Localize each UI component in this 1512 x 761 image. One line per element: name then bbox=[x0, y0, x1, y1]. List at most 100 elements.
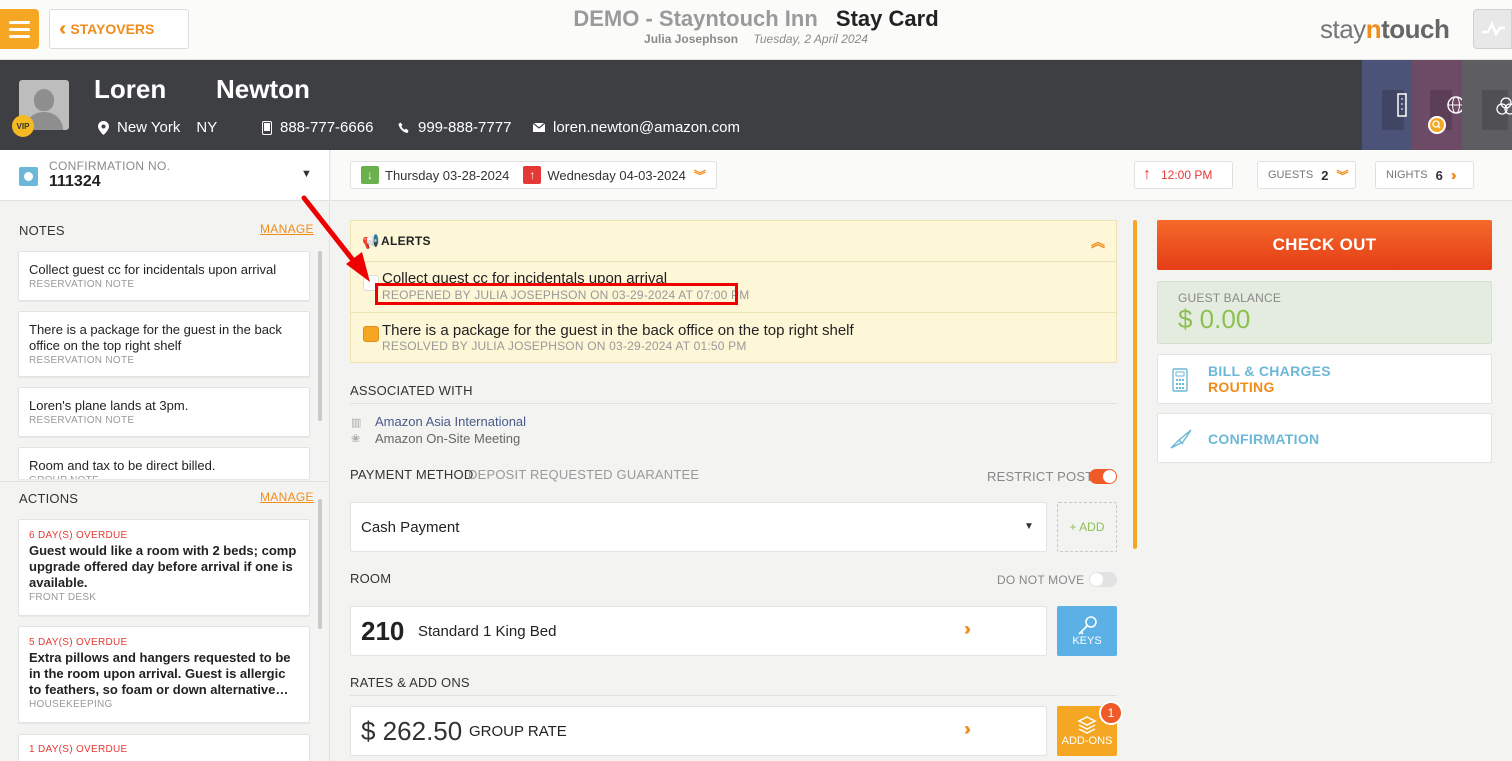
action-department: FRONT DESK bbox=[29, 592, 97, 603]
location-pin-icon bbox=[98, 120, 109, 135]
action-item[interactable]: 5 DAY(S) OVERDUE Extra pillows and hange… bbox=[18, 626, 310, 723]
group-tile[interactable] bbox=[1462, 60, 1512, 150]
note-item[interactable]: Loren's plane lands at 3pm. RESERVATION … bbox=[18, 387, 310, 437]
group-icon: ❀ bbox=[351, 433, 361, 445]
bill-charges-routing-button[interactable]: BILL & CHARGES ROUTING bbox=[1157, 354, 1492, 404]
note-item[interactable]: Collect guest cc for incidentals upon ar… bbox=[18, 251, 310, 301]
rates-title: RATES & ADD ONS bbox=[350, 675, 470, 690]
collapse-chevron-icon[interactable]: ︽ bbox=[1091, 232, 1105, 252]
reservation-status-icon bbox=[19, 167, 38, 186]
actions-manage-link[interactable]: MANAGE bbox=[260, 490, 314, 504]
key-icon bbox=[1078, 616, 1097, 635]
routing-label: ROUTING bbox=[1208, 379, 1275, 395]
check-out-button[interactable]: CHECK OUT bbox=[1157, 220, 1492, 270]
payment-title: PAYMENT METHOD bbox=[350, 467, 474, 482]
payment-method-select[interactable]: Cash Payment ▼ bbox=[350, 502, 1047, 552]
room-selector[interactable]: 210 Standard 1 King Bed ›› bbox=[350, 606, 1047, 656]
guest-phone-value: 888-777-6666 bbox=[280, 119, 374, 136]
guest-balance[interactable]: GUEST BALANCE $ 0.00 bbox=[1157, 281, 1492, 344]
action-due: 6 DAY(S) OVERDUE bbox=[29, 530, 128, 541]
guest-state: NY bbox=[196, 119, 218, 136]
group-link[interactable]: Amazon On-Site Meeting bbox=[375, 431, 520, 446]
note-type: RESERVATION NOTE bbox=[29, 355, 135, 366]
room-title: ROOM bbox=[350, 571, 392, 586]
guests-count[interactable]: GUESTS 2 ︾ bbox=[1257, 161, 1356, 189]
room-number: 210 bbox=[361, 616, 405, 646]
departure-time[interactable]: ↑ 12:00 PM bbox=[1134, 161, 1233, 189]
guest-tiles bbox=[1362, 60, 1512, 150]
add-payment-button[interactable]: + ADD bbox=[1057, 502, 1117, 552]
departure-arrow-icon: ↑ bbox=[523, 166, 542, 184]
nights-count[interactable]: NIGHTS 6 ›› bbox=[1375, 161, 1474, 189]
double-chevron-down-icon: ︾ bbox=[693, 168, 706, 183]
confirmation-number: 111324 bbox=[49, 173, 101, 190]
note-type: RESERVATION NOTE bbox=[29, 279, 135, 290]
alerts-title: ALERTS bbox=[381, 234, 431, 248]
activity-icon bbox=[1482, 20, 1505, 37]
double-chevron-right-icon: ›› bbox=[964, 619, 971, 639]
keys-button[interactable]: KEYS bbox=[1057, 606, 1117, 656]
hotel-name: DEMO - Stayntouch Inn bbox=[573, 6, 818, 31]
keys-label: KEYS bbox=[1072, 635, 1102, 647]
action-item[interactable]: 1 DAY(S) OVERDUE bbox=[18, 734, 310, 761]
activity-button[interactable] bbox=[1473, 9, 1512, 49]
alert-item: There is a package for the guest in the … bbox=[351, 312, 1116, 363]
departure-date: Wednesday 04-03-2024 bbox=[547, 167, 686, 183]
double-chevron-down-icon: ︾ bbox=[1336, 168, 1349, 183]
guest-location[interactable]: New York NY bbox=[98, 119, 217, 136]
company-link[interactable]: Amazon Asia International bbox=[375, 414, 526, 429]
balance-label: GUEST BALANCE bbox=[1178, 291, 1282, 305]
guests-value: 2 bbox=[1321, 167, 1329, 183]
note-item[interactable]: There is a package for the guest in the … bbox=[18, 311, 310, 377]
guest-city: New York bbox=[117, 119, 181, 136]
action-text: Extra pillows and hangers requested to b… bbox=[29, 650, 291, 697]
stay-dates-bar: ↓ Thursday 03-28-2024 ↑ Wednesday 04-03-… bbox=[331, 150, 1512, 201]
caret-down-icon[interactable]: ▼ bbox=[301, 168, 312, 180]
arrival-arrow-icon: ↓ bbox=[361, 166, 379, 184]
restrict-post-toggle[interactable] bbox=[1089, 469, 1117, 484]
guest-phone[interactable]: 888-777-6666 bbox=[262, 119, 373, 136]
action-item[interactable]: 6 DAY(S) OVERDUE Guest would like a room… bbox=[18, 519, 310, 616]
travel-agent-tile[interactable] bbox=[1412, 60, 1465, 150]
guest-first-name[interactable]: Loren bbox=[94, 74, 166, 105]
alert-text: There is a package for the guest in the … bbox=[382, 322, 854, 339]
actions-scrollbar[interactable] bbox=[318, 499, 322, 629]
alert-checkbox[interactable] bbox=[363, 326, 379, 342]
do-not-move-toggle[interactable] bbox=[1089, 572, 1117, 587]
current-user: Julia Josephson bbox=[644, 32, 739, 46]
guest-last-name[interactable]: Newton bbox=[216, 74, 310, 105]
restrict-post-label: RESTRICT POST bbox=[987, 469, 1094, 484]
rate-selector[interactable]: $ 262.50 GROUP RATE ›› bbox=[350, 706, 1047, 756]
addons-label: ADD-ONS bbox=[1061, 735, 1113, 747]
rate-amount: $ 262.50 bbox=[361, 716, 463, 746]
payment-subtitle: DEPOSIT REQUESTED GUARANTEE bbox=[468, 467, 700, 482]
guest-mobile[interactable]: 999-888-7777 bbox=[398, 119, 511, 136]
action-department: HOUSEKEEPING bbox=[29, 699, 113, 710]
confirmation-bar[interactable]: CONFIRMATION NO. 111324 ▼ bbox=[0, 150, 330, 201]
guest-email-value: loren.newton@amazon.com bbox=[553, 119, 740, 136]
confirmation-label: CONFIRMATION bbox=[1208, 431, 1320, 447]
stay-dates[interactable]: ↓ Thursday 03-28-2024 ↑ Wednesday 04-03-… bbox=[350, 161, 717, 189]
confirmation-button[interactable]: CONFIRMATION bbox=[1157, 413, 1492, 463]
note-type: GROUP NOTE bbox=[29, 475, 299, 479]
center-scrollbar[interactable] bbox=[1133, 220, 1137, 549]
rate-name: GROUP RATE bbox=[469, 723, 567, 740]
logo-text-stay: stay bbox=[1320, 14, 1366, 44]
departure-time-value: 12:00 PM bbox=[1161, 168, 1213, 182]
nights-value: 6 bbox=[1435, 167, 1443, 183]
company-card-tile[interactable] bbox=[1362, 60, 1412, 150]
guests-label: GUESTS bbox=[1268, 169, 1314, 181]
annotation-arrow-icon bbox=[301, 195, 370, 282]
guest-header: VIP Loren Newton New York NY 888-777-666… bbox=[0, 60, 1512, 150]
alert-meta: RESOLVED BY JULIA JOSEPHSON ON 03-29-202… bbox=[382, 339, 747, 353]
guest-mobile-value: 999-888-7777 bbox=[418, 119, 512, 136]
guest-email[interactable]: loren.newton@amazon.com bbox=[533, 119, 740, 136]
building-icon bbox=[1382, 90, 1407, 130]
left-column: NOTES MANAGE Collect guest cc for incide… bbox=[0, 201, 330, 761]
do-not-move-label: DO NOT MOVE bbox=[997, 573, 1085, 587]
note-type: RESERVATION NOTE bbox=[29, 415, 135, 426]
send-paper-plane-icon bbox=[1170, 429, 1192, 449]
email-icon bbox=[533, 123, 545, 132]
divider bbox=[350, 695, 1117, 696]
note-item[interactable]: Room and tax to be direct billed. GROUP … bbox=[18, 447, 310, 479]
